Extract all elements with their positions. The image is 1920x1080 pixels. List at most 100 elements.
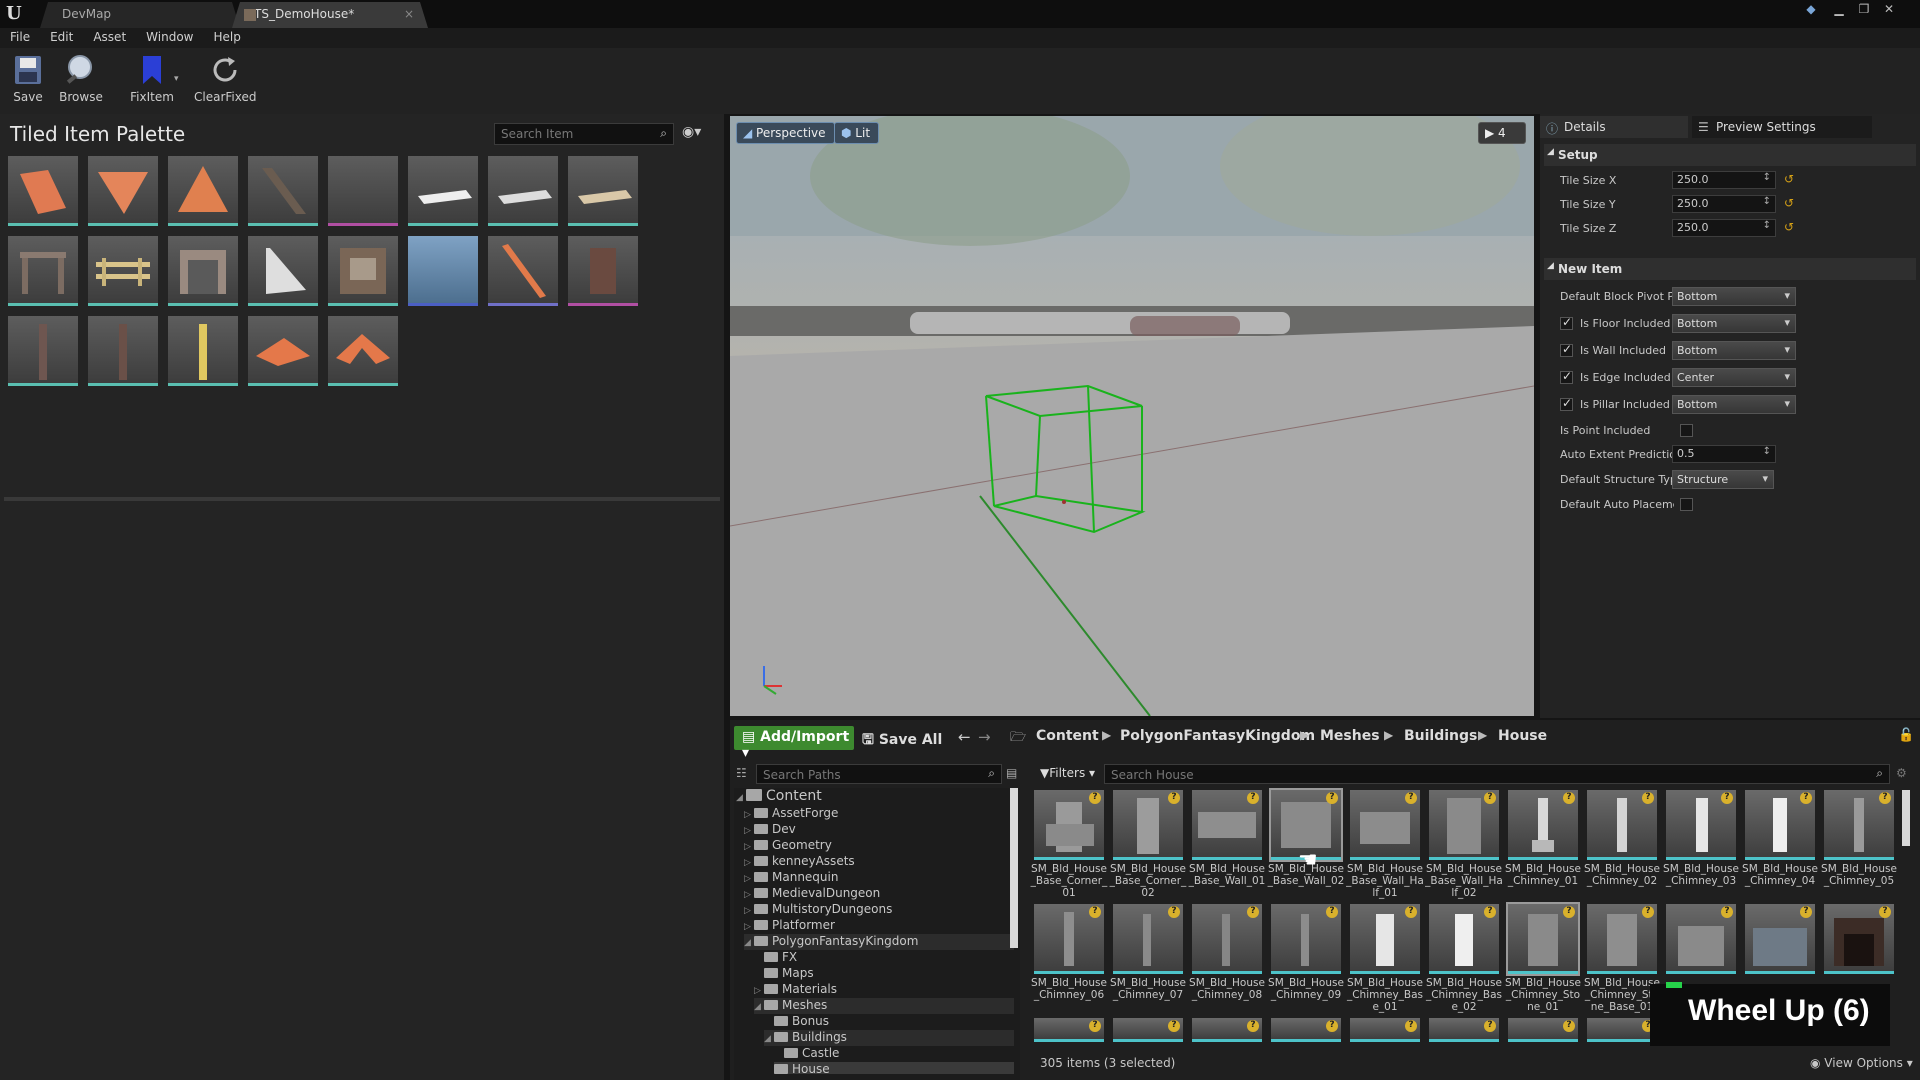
floor-included-checkbox[interactable]: [1560, 315, 1573, 330]
palette-item-floor-wood[interactable]: [568, 156, 638, 226]
filters-button[interactable]: ▼Filters ▾: [1040, 766, 1095, 780]
point-included-checkbox[interactable]: [1680, 424, 1693, 437]
setup-section-header[interactable]: ◢ Setup: [1544, 144, 1916, 166]
tree-item-kenneyassets[interactable]: ▷ kenneyAssets: [744, 854, 855, 870]
breadcrumb-separator-icon[interactable]: ▶: [1478, 728, 1487, 742]
tree-item-buildings[interactable]: ◢ Buildings: [764, 1030, 1014, 1046]
palette-item-window-wall[interactable]: [328, 236, 398, 306]
palette-item-beam[interactable]: [488, 236, 558, 306]
palette-item-post-2[interactable]: [88, 316, 158, 386]
close-tab-icon[interactable]: ×: [404, 7, 414, 21]
lit-button[interactable]: ⬢ Lit: [834, 122, 880, 144]
breadcrumb-polygonfantasykingdom[interactable]: PolygonFantasyKingdom: [1120, 728, 1315, 744]
asset-search-input[interactable]: Search House ⌕: [1104, 764, 1890, 784]
save-button[interactable]: Save: [8, 52, 48, 110]
palette-search-input[interactable]: Search Item ⌕: [494, 123, 674, 145]
level-viewport[interactable]: ◢ Perspective ⬢ Lit ▶ 4: [730, 116, 1534, 716]
search-paths-input[interactable]: Search Paths ⌕: [756, 764, 1002, 784]
path-view-options-icon[interactable]: ▤: [1006, 766, 1017, 780]
floor-pivot-dropdown[interactable]: Bottom: [1672, 314, 1796, 333]
breadcrumb-separator-icon[interactable]: ▶: [1300, 728, 1309, 742]
tree-item-maps[interactable]: Maps: [764, 966, 814, 982]
palette-item-post-3[interactable]: [168, 316, 238, 386]
tree-item-fx[interactable]: FX: [764, 950, 797, 966]
palette-item-doorframe[interactable]: [168, 236, 238, 306]
tile-size-z-input[interactable]: 250.0: [1672, 219, 1776, 237]
reset-arrow-icon[interactable]: ↺: [1784, 196, 1794, 210]
wall-included-checkbox[interactable]: [1560, 342, 1573, 357]
tree-item-medievaldungeon[interactable]: ▷ MedievalDungeon: [744, 886, 880, 902]
palette-item-stairs[interactable]: [248, 156, 318, 226]
tree-item-castle[interactable]: Castle: [784, 1046, 839, 1062]
tree-item-materials[interactable]: ▷ Materials: [754, 982, 837, 998]
pillar-pivot-dropdown[interactable]: Bottom: [1672, 395, 1796, 414]
back-arrow-icon[interactable]: ←: [958, 728, 971, 746]
add-import-button[interactable]: ▤ Add/Import ▾: [734, 726, 854, 761]
palette-divider[interactable]: [4, 497, 720, 501]
asset-tile[interactable]: ? SM_Bld_House_Chimney_07: [1110, 904, 1187, 1016]
palette-item-roof-corner-1[interactable]: [248, 316, 318, 386]
asset-tile[interactable]: ? SM_Bld_House_Base_Wall_02: [1268, 788, 1345, 902]
asset-tile[interactable]: ? SM_Bld_House_Chimney_05: [1821, 790, 1898, 902]
tab-ts-demohouse[interactable]: TS_DemoHouse* ×: [232, 2, 428, 28]
palette-item-floor-flat[interactable]: [488, 156, 558, 226]
asset-tile[interactable]: ? SM_Bld_House_Chimney_01: [1505, 790, 1582, 902]
asset-tile[interactable]: ? SM_Bld_House_Chimney_06: [1031, 904, 1108, 1016]
tree-item-polygonfantasykingdom[interactable]: ◢ PolygonFantasyKingdom: [744, 934, 1014, 950]
auto-extent-input[interactable]: 0.5: [1672, 445, 1776, 463]
wall-pivot-dropdown[interactable]: Bottom: [1672, 341, 1796, 360]
palette-item-brick-pillar[interactable]: [568, 236, 638, 306]
asset-tile[interactable]: ? SM_Bld_House_Chimney_04: [1742, 790, 1819, 902]
tile-size-y-input[interactable]: 250.0: [1672, 195, 1776, 213]
tab-preview-settings[interactable]: ☰ Preview Settings: [1692, 116, 1872, 138]
folder-icon[interactable]: 🗁: [1010, 728, 1026, 750]
palette-item-roof-pyramid[interactable]: [168, 156, 238, 226]
palette-item-roof-ridge[interactable]: [88, 156, 158, 226]
tree-item-assetforge[interactable]: ▷ AssetForge: [744, 806, 838, 822]
camera-speed-button[interactable]: ▶ 4: [1478, 122, 1526, 144]
breadcrumb-house[interactable]: House: [1498, 728, 1547, 744]
tree-item-mannequin[interactable]: ▷ Mannequin: [744, 870, 838, 886]
palette-item-floor-white[interactable]: [408, 156, 478, 226]
asset-tile[interactable]: ? SM_Bld_House_Base_Wall_01: [1189, 790, 1266, 902]
tree-item-dev[interactable]: ▷ Dev: [744, 822, 796, 838]
breadcrumb-content[interactable]: Content: [1036, 728, 1099, 744]
asset-tile[interactable]: ? SM_Bld_House_Chimney_08: [1189, 904, 1266, 1016]
breadcrumb-separator-icon[interactable]: ▶: [1102, 728, 1111, 742]
perspective-button[interactable]: ◢ Perspective: [736, 122, 835, 144]
browse-button[interactable]: Browse: [58, 52, 104, 110]
reset-arrow-icon[interactable]: ↺: [1784, 220, 1794, 234]
tree-item-bonus[interactable]: Bonus: [774, 1014, 829, 1030]
palette-item-roof-corner-2[interactable]: [328, 316, 398, 386]
menu-asset[interactable]: Asset: [83, 28, 136, 48]
tile-size-x-input[interactable]: 250.0: [1672, 171, 1776, 189]
minimize-button[interactable]: ▁: [1828, 2, 1850, 20]
asset-tile[interactable]: ? SM_Bld_House_Base_Wall_Half_02: [1425, 790, 1503, 902]
palette-item-roof-tile[interactable]: [8, 156, 78, 226]
edge-pivot-dropdown[interactable]: Center: [1672, 368, 1796, 387]
tree-item-house[interactable]: House: [774, 1062, 1014, 1074]
notification-icon[interactable]: ◆: [1800, 2, 1822, 20]
new-item-section-header[interactable]: ◢ New Item: [1544, 258, 1916, 280]
asset-tile[interactable]: ? SM_Bld_House_Chimney_09: [1268, 904, 1345, 1016]
breadcrumb-separator-icon[interactable]: ▶: [1384, 728, 1393, 742]
tree-item-multistorydungeons[interactable]: ▷ MultistoryDungeons: [744, 902, 892, 918]
save-all-button[interactable]: 🖫 Save All: [862, 729, 942, 753]
edge-included-checkbox[interactable]: [1560, 369, 1573, 384]
forward-arrow-icon[interactable]: →: [978, 728, 991, 746]
breadcrumb-buildings[interactable]: Buildings: [1404, 728, 1477, 744]
tree-item-geometry[interactable]: ▷ Geometry: [744, 838, 832, 854]
tree-item-content[interactable]: ◢ Content: [736, 788, 822, 804]
asset-tile[interactable]: ? SM_Bld_House_Chimney_03: [1663, 790, 1740, 902]
fixitem-button[interactable]: FixItem: [128, 52, 176, 110]
restore-button[interactable]: ❐: [1853, 2, 1875, 20]
auto-placement-checkbox[interactable]: [1680, 498, 1693, 511]
pillar-included-checkbox[interactable]: [1560, 396, 1573, 411]
tab-devmap[interactable]: DevMap: [40, 2, 240, 28]
asset-tile[interactable]: ? SM_Bld_House_Chimney_02: [1584, 790, 1661, 902]
asset-tile[interactable]: ? SM_Bld_House_Chimney_Base_01: [1347, 904, 1424, 1016]
asset-tile[interactable]: ? SM_Bld_House_Chimney_Stone_01: [1505, 902, 1582, 1016]
reset-arrow-icon[interactable]: ↺: [1784, 172, 1794, 186]
sources-toggle-icon[interactable]: ☷: [736, 766, 747, 780]
menu-help[interactable]: Help: [203, 28, 250, 48]
